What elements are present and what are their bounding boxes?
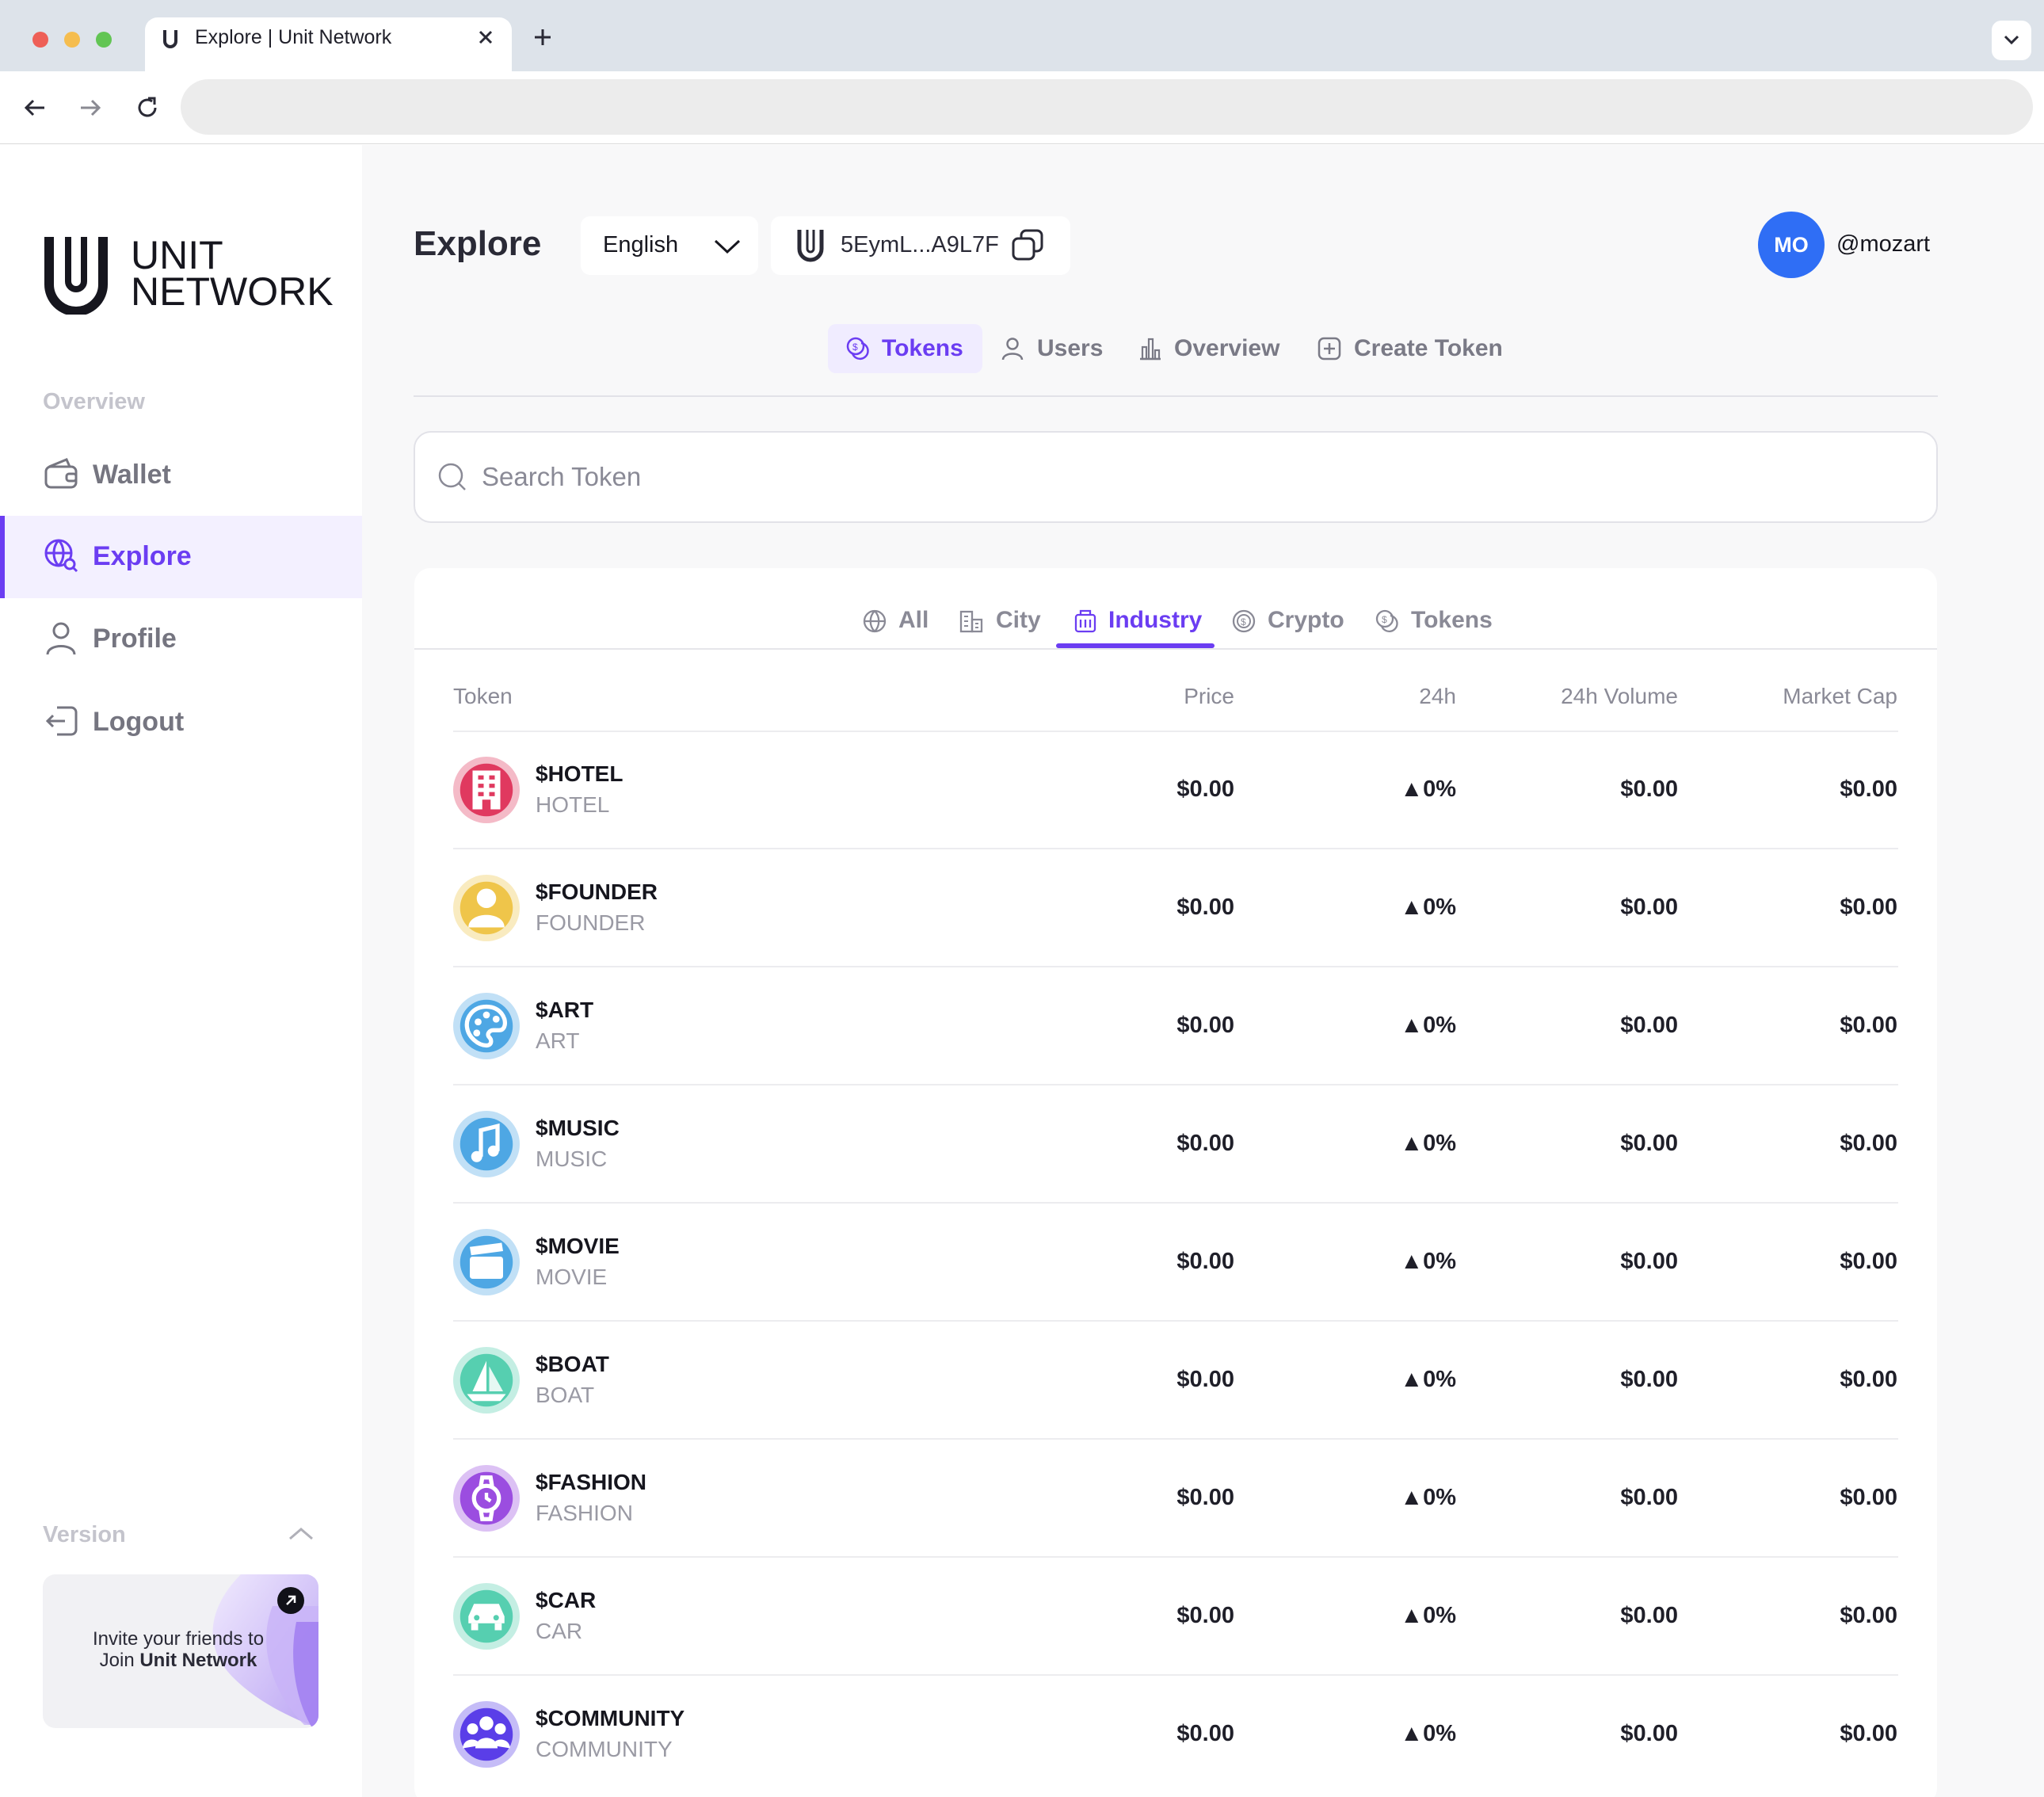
token-symbol: $FOUNDER — [536, 879, 658, 904]
token-name: FOUNDER — [536, 910, 646, 935]
token-table-body: $HOTEL HOTEL $0.00 ▲0% $0.00 $0.00 $FOUNDER FOU… — [0, 0, 2044, 1797]
token-change-24h: ▲0% — [1252, 1131, 1456, 1157]
token-market-cap: $0.00 — [1840, 1131, 1897, 1156]
token-symbol: $MOVIE — [536, 1234, 620, 1258]
token-change-24h: ▲0% — [1252, 1367, 1456, 1393]
token-price: $0.00 — [1176, 1249, 1234, 1274]
token-price: $0.00 — [1176, 1131, 1234, 1156]
change-value: 0% — [1423, 1013, 1456, 1038]
change-value: 0% — [1423, 1721, 1456, 1746]
token-symbol: $HOTEL — [536, 761, 623, 786]
token-symbol: $COMMUNITY — [536, 1706, 685, 1730]
palette-icon — [453, 993, 520, 1059]
watch-icon — [453, 1465, 520, 1532]
token-symbol: $MUSIC — [536, 1116, 620, 1140]
token-change-24h: ▲0% — [1252, 1721, 1456, 1747]
token-market-cap: $0.00 — [1840, 1249, 1897, 1274]
row-divider — [453, 966, 1898, 967]
triangle-up-icon: ▲ — [1400, 895, 1424, 920]
token-name: BOAT — [536, 1383, 595, 1407]
row-divider — [453, 1438, 1898, 1440]
row-divider — [453, 848, 1898, 849]
token-volume-24h: $0.00 — [1620, 1249, 1678, 1274]
token-name: ART — [536, 1028, 580, 1053]
triangle-up-icon: ▲ — [1400, 1603, 1424, 1628]
token-price: $0.00 — [1176, 1485, 1234, 1510]
token-name: MUSIC — [536, 1146, 608, 1171]
token-market-cap: $0.00 — [1840, 1013, 1897, 1038]
row-divider — [453, 1084, 1898, 1085]
change-value: 0% — [1423, 895, 1456, 920]
token-change-24h: ▲0% — [1252, 1603, 1456, 1629]
token-market-cap: $0.00 — [1840, 1721, 1897, 1746]
token-volume-24h: $0.00 — [1620, 776, 1678, 802]
token-volume-24h: $0.00 — [1620, 1485, 1678, 1510]
token-volume-24h: $0.00 — [1620, 1367, 1678, 1392]
change-value: 0% — [1423, 1367, 1456, 1392]
triangle-up-icon: ▲ — [1400, 1131, 1424, 1156]
triangle-up-icon: ▲ — [1400, 1367, 1424, 1392]
token-price: $0.00 — [1176, 1603, 1234, 1628]
triangle-up-icon: ▲ — [1400, 776, 1424, 802]
token-volume-24h: $0.00 — [1620, 1013, 1678, 1038]
token-symbol: $CAR — [536, 1588, 597, 1612]
token-change-24h: ▲0% — [1252, 1013, 1456, 1039]
change-value: 0% — [1423, 776, 1456, 802]
token-volume-24h: $0.00 — [1620, 895, 1678, 920]
token-market-cap: $0.00 — [1840, 1367, 1897, 1392]
token-name: FASHION — [536, 1501, 633, 1525]
triangle-up-icon: ▲ — [1400, 1249, 1424, 1274]
token-price: $0.00 — [1176, 776, 1234, 802]
token-symbol: $ART — [536, 998, 594, 1022]
triangle-up-icon: ▲ — [1400, 1721, 1424, 1746]
hotel-icon — [453, 757, 520, 823]
token-change-24h: ▲0% — [1252, 1485, 1456, 1511]
triangle-up-icon: ▲ — [1400, 1013, 1424, 1038]
token-name: COMMUNITY — [536, 1737, 673, 1761]
token-price: $0.00 — [1176, 1721, 1234, 1746]
row-divider — [453, 1320, 1898, 1322]
clapperboard-icon — [453, 1229, 520, 1295]
token-price: $0.00 — [1176, 895, 1234, 920]
token-symbol: $FASHION — [536, 1470, 647, 1494]
row-divider — [453, 1674, 1898, 1676]
token-market-cap: $0.00 — [1840, 895, 1897, 920]
token-volume-24h: $0.00 — [1620, 1603, 1678, 1628]
token-market-cap: $0.00 — [1840, 1485, 1897, 1510]
token-price: $0.00 — [1176, 1013, 1234, 1038]
token-symbol: $BOAT — [536, 1352, 609, 1376]
token-market-cap: $0.00 — [1840, 1603, 1897, 1628]
row-divider — [453, 1202, 1898, 1204]
triangle-up-icon: ▲ — [1400, 1485, 1424, 1510]
founder-icon — [453, 875, 520, 941]
change-value: 0% — [1423, 1485, 1456, 1510]
token-change-24h: ▲0% — [1252, 895, 1456, 921]
change-value: 0% — [1423, 1603, 1456, 1628]
token-price: $0.00 — [1176, 1367, 1234, 1392]
change-value: 0% — [1423, 1249, 1456, 1274]
change-value: 0% — [1423, 1131, 1456, 1156]
token-name: HOTEL — [536, 792, 610, 817]
sailboat-icon — [453, 1347, 520, 1414]
people-icon — [453, 1701, 520, 1768]
music-note-icon — [453, 1111, 520, 1177]
token-market-cap: $0.00 — [1840, 776, 1897, 802]
token-change-24h: ▲0% — [1252, 1249, 1456, 1275]
token-name: CAR — [536, 1619, 583, 1643]
car-icon — [453, 1583, 520, 1650]
token-name: MOVIE — [536, 1265, 608, 1289]
token-change-24h: ▲0% — [1252, 776, 1456, 803]
token-volume-24h: $0.00 — [1620, 1721, 1678, 1746]
token-volume-24h: $0.00 — [1620, 1131, 1678, 1156]
row-divider — [453, 1556, 1898, 1558]
